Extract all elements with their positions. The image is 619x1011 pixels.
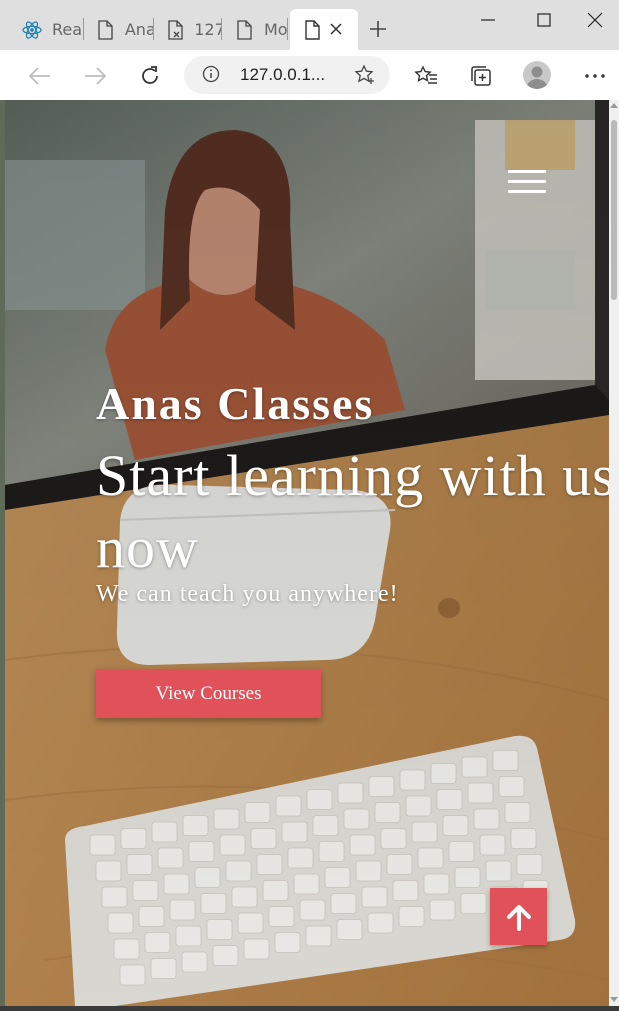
tab-active[interactable] bbox=[290, 9, 358, 50]
tab-anas[interactable]: Ana bbox=[84, 9, 154, 50]
forward-button[interactable] bbox=[81, 62, 109, 90]
arrow-up-icon bbox=[506, 904, 531, 931]
page-error-icon bbox=[166, 19, 184, 40]
brand-title: Anas Classes bbox=[96, 378, 375, 429]
maximize-button[interactable] bbox=[516, 6, 572, 34]
profile-icon bbox=[526, 66, 548, 89]
add-favorite-icon[interactable] bbox=[354, 64, 376, 86]
hamburger-line bbox=[508, 190, 546, 193]
browser-toolbar: 127.0.0.1... bbox=[0, 50, 619, 100]
tab-label: 127 bbox=[194, 20, 222, 39]
hamburger-menu-button[interactable] bbox=[508, 166, 548, 196]
profile-avatar[interactable] bbox=[523, 61, 551, 89]
favorites-button[interactable] bbox=[412, 62, 440, 90]
address-url[interactable]: 127.0.0.1... bbox=[240, 65, 325, 85]
tab-label: Rea bbox=[52, 20, 83, 39]
collections-button[interactable] bbox=[467, 62, 495, 90]
page-icon bbox=[302, 19, 322, 40]
maximize-icon bbox=[537, 13, 551, 27]
collections-icon bbox=[471, 66, 491, 86]
scroll-to-top-button[interactable] bbox=[490, 888, 547, 945]
close-icon bbox=[587, 12, 603, 28]
refresh-button[interactable] bbox=[136, 62, 164, 90]
more-icon bbox=[585, 74, 605, 78]
hero-subheadline: We can teach you anywhere! bbox=[96, 581, 399, 607]
hamburger-line bbox=[508, 180, 546, 183]
window-edge bbox=[0, 1006, 619, 1011]
back-button[interactable] bbox=[26, 62, 54, 90]
info-icon[interactable] bbox=[202, 65, 220, 83]
favorites-icon bbox=[414, 65, 437, 84]
new-tab-button[interactable] bbox=[365, 16, 391, 42]
scroll-down-arrow[interactable] bbox=[610, 997, 618, 1002]
hamburger-line bbox=[508, 170, 546, 173]
address-bar[interactable]: 127.0.0.1... bbox=[184, 56, 390, 94]
react-icon bbox=[22, 20, 42, 40]
hero-headline: Start learning with us now bbox=[96, 443, 609, 580]
close-tab-icon[interactable] bbox=[326, 19, 346, 39]
back-icon bbox=[28, 67, 50, 85]
minimize-icon bbox=[481, 19, 495, 21]
hero-text: Anas Classes Start learning with us now … bbox=[96, 376, 609, 608]
more-button[interactable] bbox=[581, 62, 609, 90]
tab-mo[interactable]: Mo bbox=[222, 9, 288, 50]
tab-localhost-error[interactable]: 127 bbox=[154, 9, 222, 50]
forward-icon bbox=[85, 67, 107, 85]
page-viewport: Anas Classes Start learning with us now … bbox=[5, 100, 609, 1006]
plus-icon bbox=[370, 21, 386, 37]
minimize-button[interactable] bbox=[460, 6, 516, 34]
scrollbar-thumb[interactable] bbox=[611, 120, 617, 300]
page-icon bbox=[96, 19, 115, 40]
tab-react[interactable]: Rea bbox=[10, 9, 84, 50]
scroll-up-arrow[interactable] bbox=[610, 103, 618, 108]
tab-strip: Rea Ana 127 Mo bbox=[0, 0, 619, 50]
browser-window: Rea Ana 127 Mo 127.0.0.1... Anas Classes… bbox=[0, 0, 619, 1011]
page-icon bbox=[234, 19, 254, 40]
refresh-icon bbox=[142, 66, 158, 84]
view-courses-button[interactable]: View Courses bbox=[96, 669, 321, 718]
close-window-button[interactable] bbox=[572, 6, 618, 34]
tab-label: Ana bbox=[124, 20, 154, 39]
tab-label: Mo bbox=[264, 20, 288, 39]
page-scrollbar[interactable] bbox=[609, 100, 619, 1006]
